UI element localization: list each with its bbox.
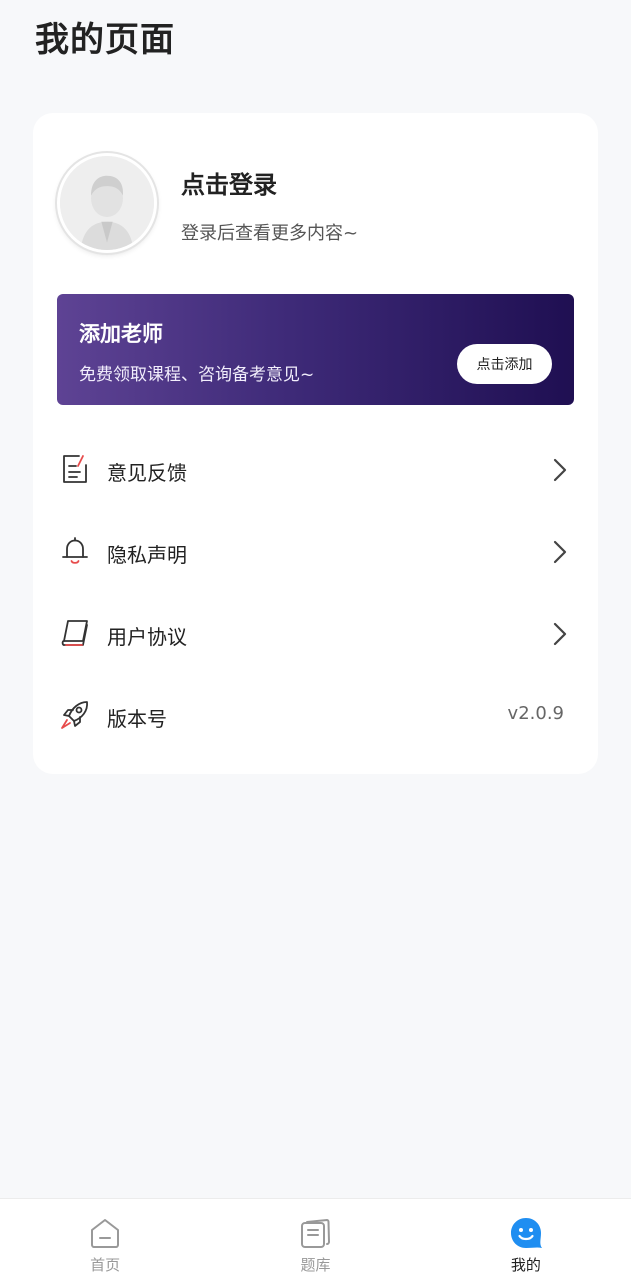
feedback-icon — [59, 453, 91, 485]
add-teacher-banner[interactable]: 添加老师 免费领取课程、咨询备考意见~ 点击添加 — [57, 294, 574, 405]
menu-item-label: 意见反馈 — [107, 461, 187, 485]
profile-card: 点击登录 登录后查看更多内容~ 添加老师 免费领取课程、咨询备考意见~ 点击添加 — [33, 113, 598, 774]
settings-menu: 意见反馈 隐私声明 用户协议 版本号 v2.0.9 — [33, 431, 598, 759]
chevron-right-icon — [552, 539, 568, 565]
menu-item-feedback[interactable]: 意见反馈 — [33, 431, 598, 513]
bell-icon — [59, 535, 91, 567]
home-icon — [88, 1216, 122, 1250]
smile-face-icon — [509, 1216, 543, 1250]
tab-home[interactable]: 首页 — [0, 1199, 210, 1280]
book-icon — [59, 617, 91, 649]
tab-mine[interactable]: 我的 — [421, 1199, 631, 1280]
tab-label: 我的 — [510, 1256, 541, 1274]
chevron-right-icon — [552, 621, 568, 647]
menu-item-label: 用户协议 — [107, 625, 187, 649]
menu-item-label: 版本号 — [107, 707, 167, 731]
login-prompt[interactable]: 点击登录 — [181, 165, 277, 200]
add-teacher-button[interactable]: 点击添加 — [457, 344, 552, 384]
question-bank-icon — [298, 1216, 332, 1250]
login-subtitle: 登录后查看更多内容~ — [181, 223, 359, 244]
menu-item-version: 版本号 v2.0.9 — [33, 677, 598, 759]
page-title: 我的页面 — [35, 20, 175, 60]
rocket-icon — [59, 699, 91, 731]
version-number: v2.0.9 — [507, 703, 564, 724]
avatar-placeholder-icon — [60, 156, 154, 250]
tab-label: 题库 — [300, 1256, 331, 1274]
menu-item-user-agreement[interactable]: 用户协议 — [33, 595, 598, 677]
banner-subtitle: 免费领取课程、咨询备考意见~ — [79, 365, 315, 385]
tab-label: 首页 — [90, 1256, 121, 1274]
menu-item-privacy[interactable]: 隐私声明 — [33, 513, 598, 595]
my-page: 我的页面 点击登录 登录后查看更多内容~ 添加老师 免费领取课程、咨询备考意见~… — [0, 0, 631, 1280]
menu-item-label: 隐私声明 — [107, 543, 187, 567]
chevron-right-icon — [552, 457, 568, 483]
tab-question-bank[interactable]: 题库 — [210, 1199, 420, 1280]
avatar[interactable] — [57, 153, 157, 253]
bottom-tab-bar: 首页 题库 我的 — [0, 1198, 631, 1280]
banner-title: 添加老师 — [79, 322, 163, 346]
